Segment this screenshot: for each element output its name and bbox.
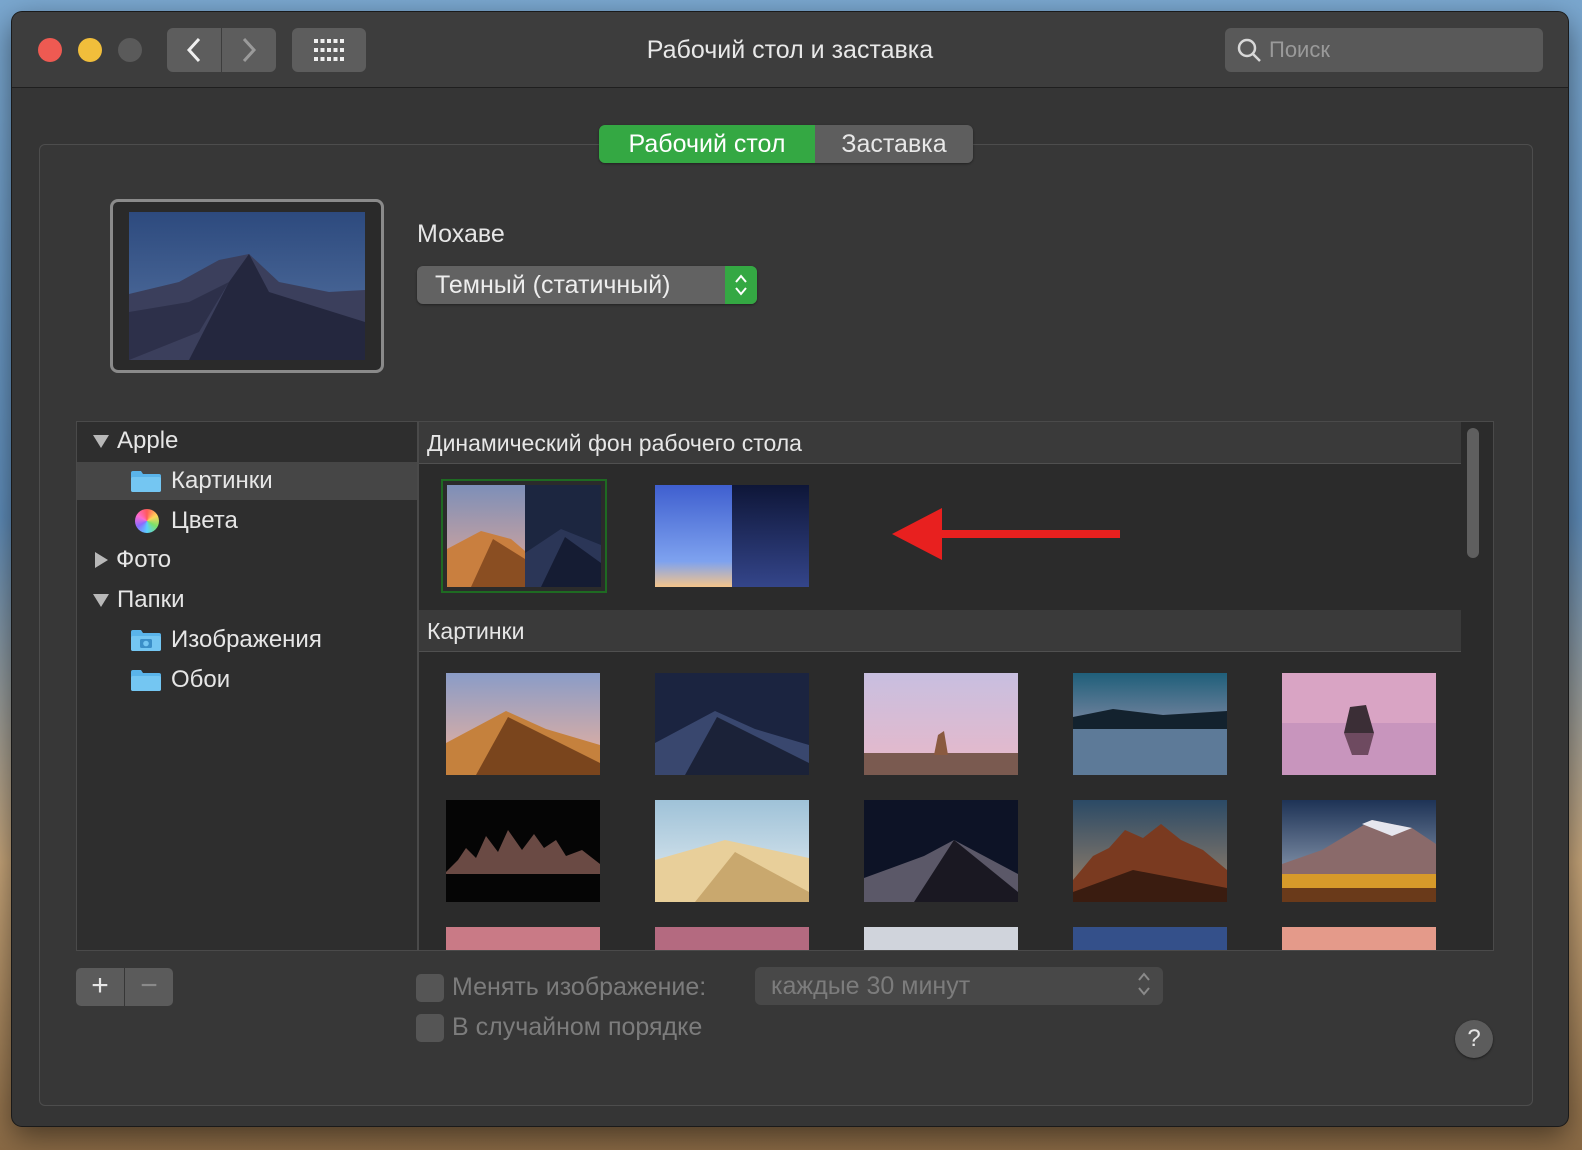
- change-picture-checkbox[interactable]: [416, 973, 444, 1002]
- tab-screensaver[interactable]: Заставка: [815, 125, 973, 163]
- wallpaper-thumb[interactable]: [1282, 673, 1436, 775]
- wallpaper-thumb[interactable]: [1282, 927, 1436, 951]
- disclosure-down-icon[interactable]: [93, 434, 109, 448]
- sidebar-item-photos[interactable]: Фото: [77, 541, 417, 579]
- sidebar-item-label: Папки: [117, 586, 185, 613]
- sidebar-item-label: Обои: [171, 666, 231, 693]
- remove-folder-button[interactable]: −: [125, 968, 173, 1006]
- disclosure-down-icon[interactable]: [93, 593, 109, 607]
- wallpaper-thumb[interactable]: [864, 927, 1018, 951]
- sidebar-item-folders[interactable]: Папки: [77, 581, 417, 619]
- section-header-dynamic: Динамический фон рабочего стола: [419, 422, 1461, 464]
- interval-popup[interactable]: каждые 30 минут: [755, 967, 1163, 1005]
- wallpaper-thumb[interactable]: [864, 800, 1018, 902]
- tab-control: Рабочий стол Заставка: [599, 125, 973, 163]
- wallpaper-thumb[interactable]: [655, 800, 809, 902]
- sidebar-item-pictures[interactable]: Картинки: [77, 462, 417, 500]
- camera-folder-icon: [131, 630, 161, 651]
- sidebar-item-apple[interactable]: Apple: [77, 422, 417, 460]
- wallpaper-thumb[interactable]: [1073, 800, 1227, 902]
- sidebar-item-label: Цвета: [171, 507, 238, 534]
- change-picture-row[interactable]: Менять изображение:: [416, 973, 706, 1002]
- wallpaper-preview: [110, 199, 384, 373]
- vertical-scrollbar[interactable]: [1467, 428, 1479, 558]
- preferences-window: Рабочий стол и заставка Рабочий стол Зас…: [12, 12, 1568, 1126]
- titlebar: Рабочий стол и заставка: [12, 12, 1568, 88]
- sidebar-item-wallpapers[interactable]: Обои: [77, 661, 417, 699]
- interval-value: каждые 30 минут: [771, 972, 971, 1000]
- preview-image: [129, 212, 365, 360]
- appearance-popup[interactable]: Темный (статичный): [417, 266, 757, 304]
- sidebar-item-label: Фото: [116, 546, 172, 573]
- wallpaper-name: Мохаве: [417, 220, 505, 248]
- folder-icon: [131, 670, 161, 691]
- change-picture-label: Менять изображение:: [452, 973, 707, 1001]
- updown-arrows-icon: [1137, 969, 1151, 1003]
- wallpaper-browser: Динамический фон рабочего стола Картинки: [418, 421, 1494, 951]
- add-folder-button[interactable]: +: [76, 968, 124, 1006]
- wallpaper-thumb[interactable]: [446, 927, 600, 951]
- wallpaper-thumb[interactable]: [1073, 927, 1227, 951]
- wallpaper-thumb-solar-gradients[interactable]: [655, 485, 809, 587]
- sidebar-item-images[interactable]: Изображения: [77, 621, 417, 659]
- random-order-checkbox[interactable]: [416, 1013, 444, 1042]
- updown-arrows-icon: [725, 266, 757, 304]
- wallpaper-thumb[interactable]: [655, 927, 809, 951]
- sidebar-item-label: Apple: [117, 427, 179, 454]
- color-wheel-icon: [135, 509, 159, 533]
- search-icon: [1237, 38, 1261, 62]
- wallpaper-thumb[interactable]: [864, 673, 1018, 775]
- wallpaper-thumb[interactable]: [1073, 673, 1227, 775]
- wallpaper-thumb[interactable]: [446, 800, 600, 902]
- tab-desktop[interactable]: Рабочий стол: [599, 125, 815, 163]
- random-order-label: В случайном порядке: [452, 1013, 703, 1041]
- folder-icon: [131, 471, 161, 492]
- annotation-arrow-icon: [892, 508, 1120, 560]
- search-field[interactable]: [1225, 28, 1543, 72]
- appearance-popup-value: Темный (статичный): [435, 270, 671, 299]
- wallpaper-thumb-mojave-dynamic[interactable]: [441, 479, 607, 593]
- disclosure-right-icon[interactable]: [95, 552, 108, 568]
- sidebar-item-colors[interactable]: Цвета: [77, 502, 417, 540]
- help-button[interactable]: ?: [1455, 1020, 1493, 1058]
- sidebar-item-label: Картинки: [171, 467, 273, 494]
- random-order-row[interactable]: В случайном порядке: [416, 1013, 702, 1042]
- section-header-pictures: Картинки: [419, 610, 1461, 652]
- sidebar-item-label: Изображения: [171, 626, 322, 653]
- source-list: Apple Картинки Цвета Фото Папки Изображе…: [76, 421, 418, 951]
- picture-wallpapers: [419, 653, 1461, 951]
- search-input[interactable]: [1269, 37, 1529, 63]
- wallpaper-thumb[interactable]: [446, 673, 600, 775]
- wallpaper-thumb[interactable]: [1282, 800, 1436, 902]
- wallpaper-thumb[interactable]: [655, 673, 809, 775]
